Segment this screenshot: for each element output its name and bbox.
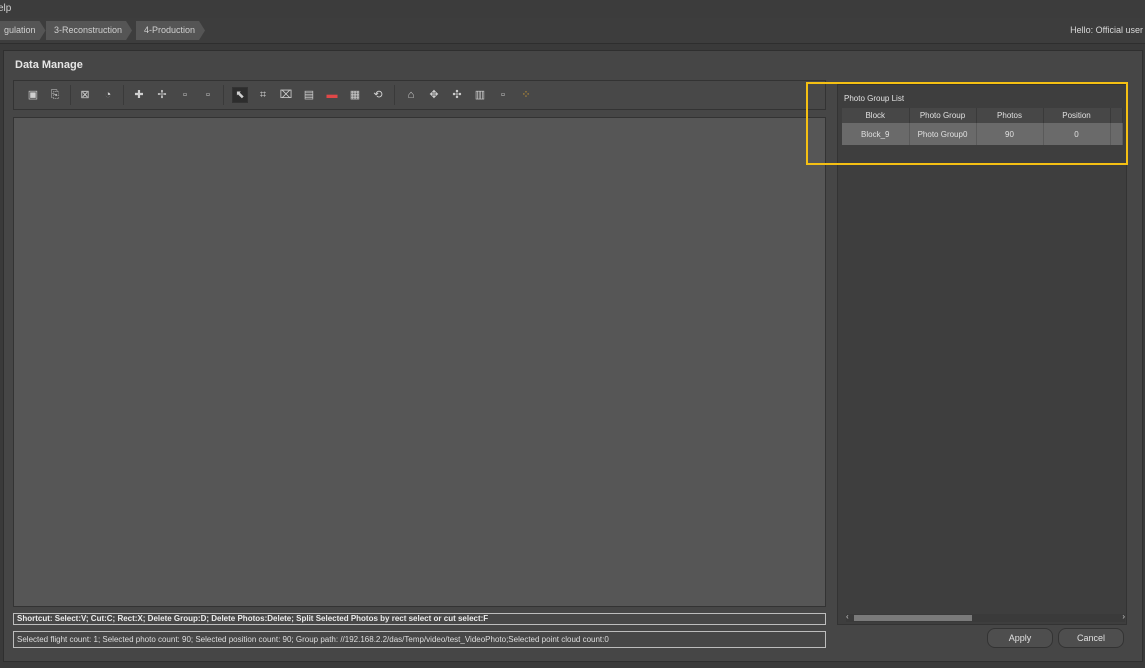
column-header-block[interactable]: Block [842,108,910,123]
settings-icon[interactable]: ⁘ [519,88,533,102]
breadcrumb-step-production[interactable]: 4-Production [136,21,205,40]
select-icon[interactable]: ⬉ [232,87,248,103]
photo-group-table: Block Photo Group Photos Position Block_… [842,108,1123,145]
table-view-icon[interactable]: ▥ [473,88,487,102]
column-header-extra [1110,108,1123,123]
breadcrumb: gulation 3-Reconstruction 4-Production H… [0,18,1145,44]
home-icon[interactable]: ⌂ [404,88,418,102]
photo-group-panel: Photo Group List Block Photo Group Photo… [837,84,1127,625]
toolbar-separator [70,85,71,105]
column-header-photo-group[interactable]: Photo Group [909,108,977,123]
split-icon[interactable]: ▦ [348,88,362,102]
cancel-button[interactable]: Cancel [1058,628,1124,648]
shortcut-hint: Shortcut: Select:V; Cut:C; Rect:X; Delet… [13,613,826,625]
import-video-icon[interactable]: ⎘ [48,88,62,102]
cell-extra [1110,123,1123,145]
toolbar-separator [394,85,395,105]
kml-export-icon[interactable]: ▫ [201,88,215,102]
scroll-left-icon[interactable]: ‹ [846,612,849,621]
data-manage-dialog: Data Manage ▣ ⎘ ⊠ ◔ ✚ ✢ ▫ ▫ ⬉ ⌗ ⌧ ▤ ▬ ▦ … [3,50,1143,662]
map-canvas[interactable] [13,117,826,607]
cut-icon[interactable]: ⌧ [279,88,293,102]
menu-bar: elp [0,0,1145,18]
center-icon[interactable]: ✥ [427,88,441,102]
cell-position: 0 [1043,123,1111,145]
selection-status: Selected flight count: 1; Selected photo… [13,631,826,648]
cell-photo-group: Photo Group0 [909,123,977,145]
refresh-icon[interactable]: ⟲ [371,88,385,102]
export-icon[interactable]: ▤ [302,88,316,102]
dialog-title: Data Manage [15,59,83,71]
table-row[interactable]: Block_9 Photo Group0 90 0 [842,123,1123,145]
breadcrumb-step-reconstruction[interactable]: 3-Reconstruction [46,21,132,40]
delete-group-icon[interactable]: ▬ [325,88,339,102]
add-position-icon[interactable]: ✢ [155,88,169,102]
menu-help[interactable]: elp [0,0,11,18]
breadcrumb-step-triangulation[interactable]: gulation [0,21,46,40]
import-control-points-icon[interactable]: ⊠ [78,88,92,102]
apply-button[interactable]: Apply [987,628,1053,648]
import-photos-icon[interactable]: ▣ [26,88,40,102]
toolbar-separator [223,85,224,105]
add-group-icon[interactable]: ✚ [132,88,146,102]
scroll-right-icon[interactable]: › [1122,612,1125,621]
cell-block: Block_9 [842,123,910,145]
cell-photos: 90 [976,123,1044,145]
toolbar: ▣ ⎘ ⊠ ◔ ✚ ✢ ▫ ▫ ⬉ ⌗ ⌧ ▤ ▬ ▦ ⟲ ⌂ ✥ ✣ ▥ ▫ … [13,80,826,110]
rect-select-icon[interactable]: ⌗ [256,88,270,102]
photo-group-list-title: Photo Group List [844,94,905,103]
toolbar-separator [123,85,124,105]
point-icon[interactable]: ✣ [450,88,464,102]
column-header-photos[interactable]: Photos [976,108,1044,123]
scrollbar-thumb[interactable] [854,615,972,621]
kml-import-icon[interactable]: ▫ [178,88,192,102]
user-greeting: Hello: Official user [1070,25,1143,35]
horizontal-scrollbar[interactable]: ‹ › [846,612,1125,622]
import-pointcloud-icon[interactable]: ◔ [101,88,115,102]
kml-icon[interactable]: ▫ [496,88,510,102]
column-header-position[interactable]: Position [1043,108,1111,123]
